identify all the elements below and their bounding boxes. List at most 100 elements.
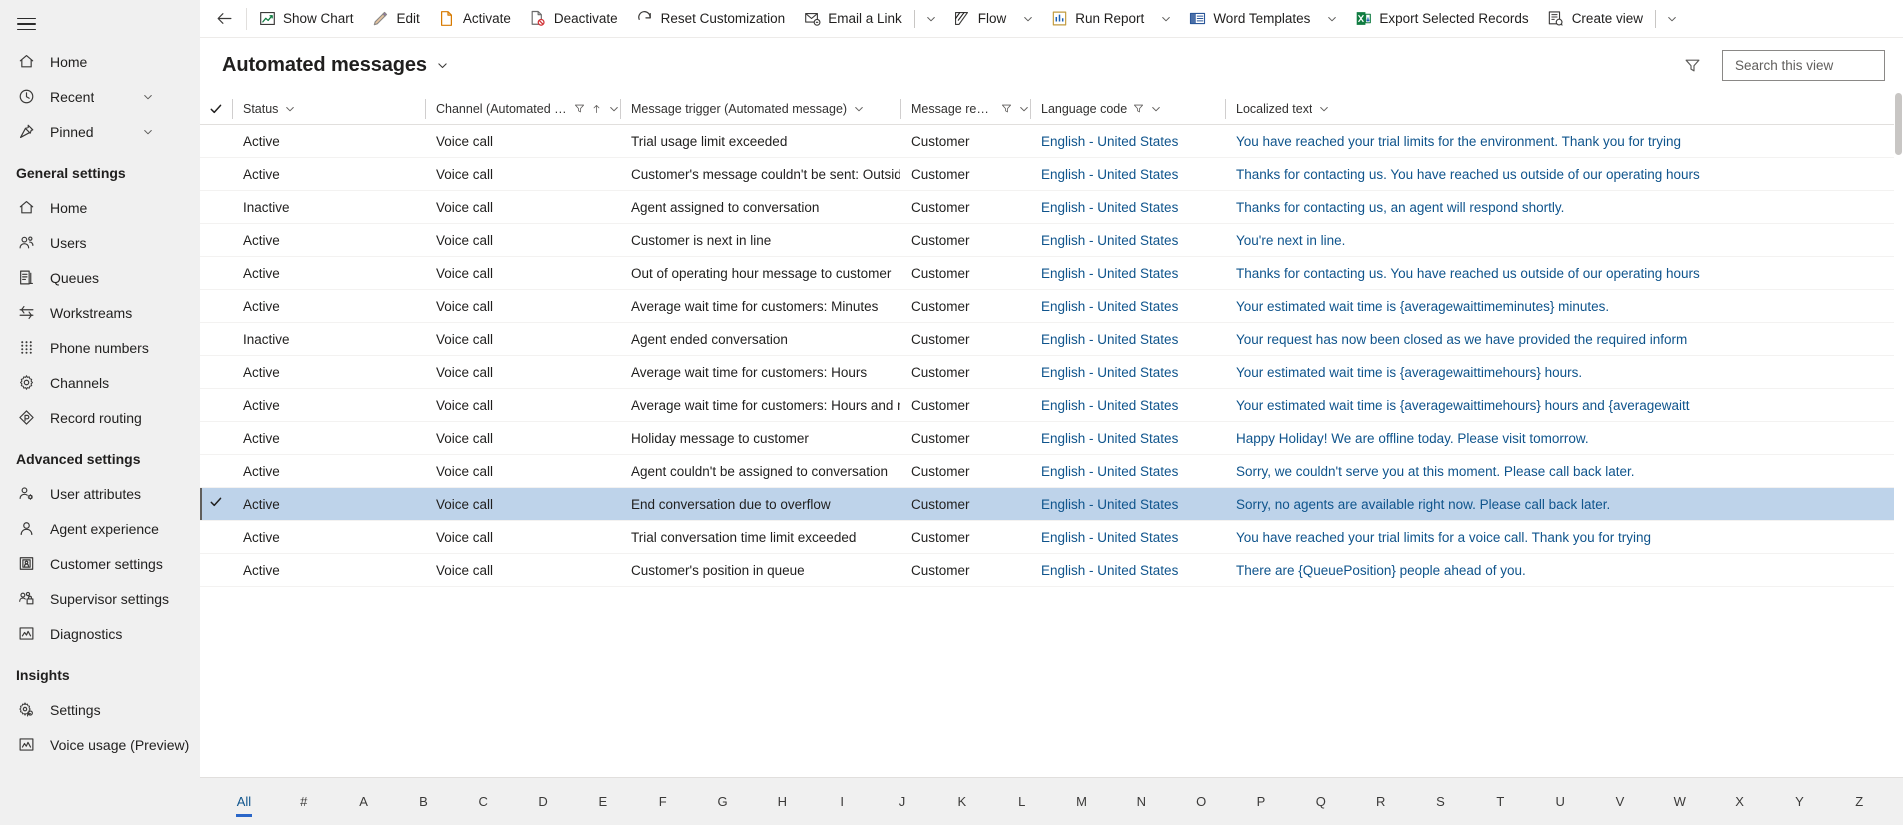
vertical-scrollbar[interactable]	[1894, 93, 1903, 777]
alpha-filter-v[interactable]: V	[1590, 787, 1650, 817]
cell-localized-text[interactable]: There are {QueuePosition} people ahead o…	[1225, 554, 1865, 587]
chevron-down-icon[interactable]	[1015, 1, 1041, 37]
alpha-filter-n[interactable]: N	[1111, 787, 1171, 817]
filter-icon[interactable]	[1001, 103, 1012, 114]
sidebar-item-user-attributes[interactable]: User attributes	[0, 476, 200, 511]
chevron-down-icon[interactable]	[1018, 103, 1030, 115]
alpha-filter-y[interactable]: Y	[1770, 787, 1830, 817]
column-header-recipient[interactable]: Message recipient (...	[900, 93, 1030, 125]
alpha-filter-h[interactable]: H	[752, 787, 812, 817]
page-title-group[interactable]: Automated messages	[222, 54, 449, 77]
row-checkbox[interactable]	[200, 495, 232, 514]
alpha-filter-c[interactable]: C	[453, 787, 513, 817]
cmd-word-templates[interactable]: Word Templates	[1179, 1, 1319, 37]
checkmark-icon[interactable]	[209, 102, 223, 116]
table-row[interactable]: Active Voice call Out of operating hour me…	[200, 257, 1903, 290]
column-header-channel[interactable]: Channel (Automated message)	[425, 93, 620, 125]
back-button[interactable]	[204, 1, 244, 37]
column-header-language[interactable]: Language code	[1030, 93, 1225, 125]
alpha-filter-r[interactable]: R	[1351, 787, 1411, 817]
cmd-reset-customization[interactable]: Reset Customization	[627, 1, 795, 37]
alpha-filter-q[interactable]: Q	[1291, 787, 1351, 817]
cell-language-code[interactable]: English - United States	[1030, 455, 1225, 488]
sidebar-item-record-routing[interactable]: Record routing	[0, 400, 200, 435]
table-row[interactable]: Active Voice call Agent couldn't be assign…	[200, 455, 1903, 488]
cell-localized-text[interactable]: Your request has now been closed as we h…	[1225, 323, 1865, 356]
filter-icon[interactable]	[574, 103, 585, 114]
table-row[interactable]: Active Voice call Holiday message to custo…	[200, 422, 1903, 455]
chevron-down-icon[interactable]	[142, 91, 154, 103]
cell-language-code[interactable]: English - United States	[1030, 290, 1225, 323]
cell-language-code[interactable]: English - United States	[1030, 521, 1225, 554]
alpha-filter-x[interactable]: X	[1710, 787, 1770, 817]
column-header-status[interactable]: Status	[232, 93, 425, 125]
table-row[interactable]: Active Voice call Customer's message could…	[200, 158, 1903, 191]
cell-localized-text[interactable]: You're next in line.	[1225, 224, 1865, 257]
alpha-filter-p[interactable]: P	[1231, 787, 1291, 817]
cell-language-code[interactable]: English - United States	[1030, 257, 1225, 290]
alpha-filter-a[interactable]: A	[334, 787, 394, 817]
cell-language-code[interactable]: English - United States	[1030, 389, 1225, 422]
alpha-filter-z[interactable]: Z	[1829, 787, 1889, 817]
cmd-flow[interactable]: Flow	[944, 1, 1016, 37]
cell-localized-text[interactable]: You have reached your trial limits for t…	[1225, 125, 1865, 158]
chevron-down-icon[interactable]	[853, 103, 865, 115]
alpha-filter-e[interactable]: E	[573, 787, 633, 817]
alpha-filter-hash[interactable]: #	[274, 787, 334, 817]
cmd-deactivate[interactable]: Deactivate	[520, 1, 627, 37]
alpha-filter-w[interactable]: W	[1650, 787, 1710, 817]
filter-icon[interactable]	[1133, 103, 1144, 114]
table-row[interactable]: Active Voice call Trial conversation time …	[200, 521, 1903, 554]
search-box[interactable]	[1722, 50, 1903, 81]
cell-language-code[interactable]: English - United States	[1030, 191, 1225, 224]
alpha-filter-t[interactable]: T	[1470, 787, 1530, 817]
cmd-activate[interactable]: Activate	[429, 1, 520, 37]
cmd-run-report[interactable]: Run Report	[1041, 1, 1153, 37]
alpha-filter-l[interactable]: L	[992, 787, 1052, 817]
table-row[interactable]: Inactive Voice call Agent assigned to conv…	[200, 191, 1903, 224]
sidebar-item-agent-experience[interactable]: Agent experience	[0, 511, 200, 546]
chevron-down-icon[interactable]	[1153, 1, 1179, 37]
alpha-filter-f[interactable]: F	[633, 787, 693, 817]
scrollbar-thumb[interactable]	[1895, 93, 1902, 155]
cmd-create-view[interactable]: Create view	[1538, 1, 1652, 37]
cell-language-code[interactable]: English - United States	[1030, 158, 1225, 191]
alpha-filter-o[interactable]: O	[1171, 787, 1231, 817]
sidebar-item-voice-usage-preview[interactable]: Voice usage (Preview)	[0, 727, 200, 762]
sidebar-item-settings[interactable]: Settings	[0, 692, 200, 727]
cell-language-code[interactable]: English - United States	[1030, 125, 1225, 158]
table-row[interactable]: Active Voice call Trial usage limit exceed…	[200, 125, 1903, 158]
sidebar-item-pinned[interactable]: Pinned	[0, 114, 200, 149]
alpha-filter-s[interactable]: S	[1411, 787, 1471, 817]
cell-localized-text[interactable]: Your estimated wait time is {averagewait…	[1225, 389, 1865, 422]
cell-language-code[interactable]: English - United States	[1030, 554, 1225, 587]
chevron-down-icon[interactable]	[918, 1, 944, 37]
alpha-filter-u[interactable]: U	[1530, 787, 1590, 817]
cmd-email-a-link[interactable]: Email a Link	[794, 1, 911, 37]
filter-icon[interactable]	[1676, 50, 1708, 82]
cell-localized-text[interactable]: Thanks for contacting us. You have reach…	[1225, 257, 1865, 290]
alpha-filter-k[interactable]: K	[932, 787, 992, 817]
sidebar-item-diagnostics[interactable]: Diagnostics	[0, 616, 200, 651]
cmd-export-selected-records[interactable]: Export Selected Records	[1345, 1, 1537, 37]
cell-language-code[interactable]: English - United States	[1030, 488, 1225, 521]
cell-language-code[interactable]: English - United States	[1030, 224, 1225, 257]
table-row[interactable]: Active Voice call Average wait time for cu…	[200, 290, 1903, 323]
sidebar-item-customer-settings[interactable]: Customer settings	[0, 546, 200, 581]
cell-localized-text[interactable]: Your estimated wait time is {averagewait…	[1225, 290, 1865, 323]
search-input[interactable]	[1733, 57, 1903, 74]
chevron-down-icon[interactable]	[1318, 103, 1330, 115]
column-header-text[interactable]: Localized text	[1225, 93, 1865, 125]
cell-localized-text[interactable]: Happy Holiday! We are offline today. Ple…	[1225, 422, 1865, 455]
column-header-trigger[interactable]: Message trigger (Automated message)	[620, 93, 900, 125]
sort-ascending-icon[interactable]	[591, 103, 602, 115]
sidebar-item-queues[interactable]: Queues	[0, 260, 200, 295]
cell-localized-text[interactable]: Thanks for contacting us, an agent will …	[1225, 191, 1865, 224]
cell-localized-text[interactable]: Your estimated wait time is {averagewait…	[1225, 356, 1865, 389]
sidebar-item-recent[interactable]: Recent	[0, 79, 200, 114]
sidebar-item-workstreams[interactable]: Workstreams	[0, 295, 200, 330]
sidebar-item-supervisor-settings[interactable]: Supervisor settings	[0, 581, 200, 616]
alpha-filter-all[interactable]: All	[214, 787, 274, 817]
cell-localized-text[interactable]: Sorry, we couldn't serve you at this mom…	[1225, 455, 1865, 488]
cell-localized-text[interactable]: Sorry, no agents are available right now…	[1225, 488, 1865, 521]
